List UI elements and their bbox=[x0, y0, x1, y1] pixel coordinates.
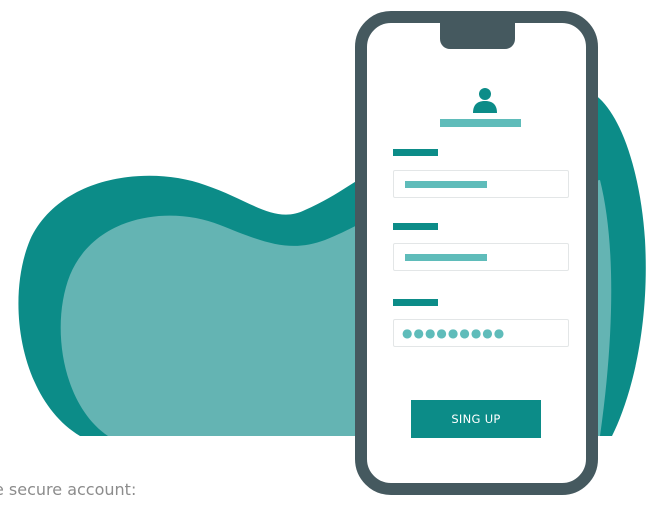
email-field-label bbox=[393, 223, 438, 230]
password-mask: ●●●●●●●●● bbox=[402, 326, 506, 340]
password-field-label bbox=[393, 299, 438, 306]
password-input[interactable]: ●●●●●●●●● bbox=[393, 319, 569, 347]
name-field-label bbox=[393, 149, 438, 156]
signup-button[interactable]: SING UP bbox=[411, 400, 541, 438]
phone-mockup: ●●●●●●●●● SING UP bbox=[355, 11, 598, 495]
caption-text: e secure account: bbox=[0, 480, 137, 499]
name-input[interactable] bbox=[393, 170, 569, 198]
form-title-placeholder bbox=[440, 119, 521, 127]
email-input-value bbox=[405, 254, 487, 261]
email-input[interactable] bbox=[393, 243, 569, 271]
name-input-value bbox=[405, 181, 487, 188]
user-icon bbox=[473, 88, 497, 113]
phone-notch bbox=[440, 21, 515, 49]
